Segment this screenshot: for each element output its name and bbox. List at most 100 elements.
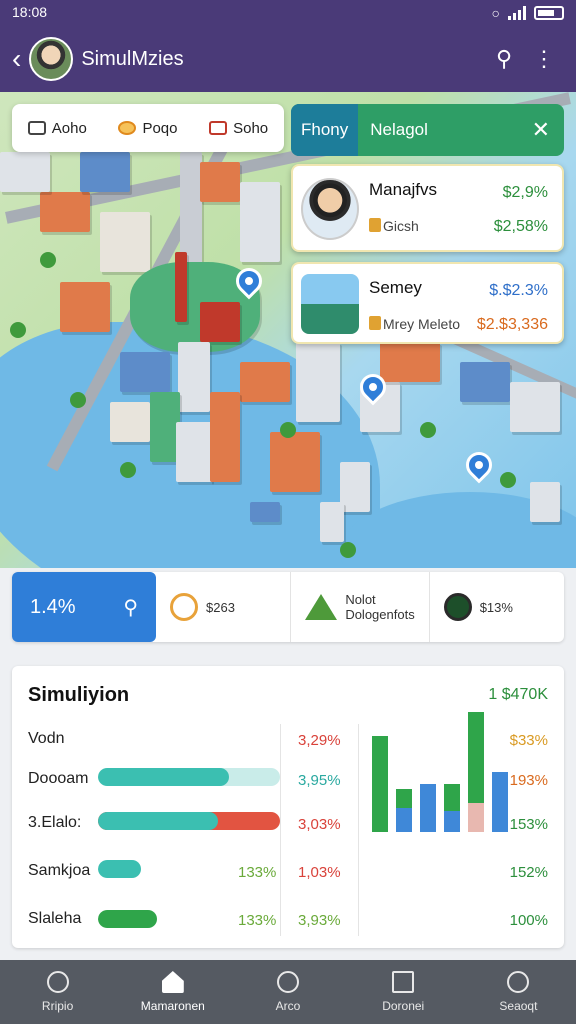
nav-label: Mamaronen bbox=[140, 999, 205, 1013]
mini-bar bbox=[444, 810, 460, 832]
search-icon bbox=[507, 971, 530, 993]
map-tree bbox=[70, 392, 86, 408]
stat-item[interactable]: Nolot Dologenfots bbox=[291, 572, 430, 642]
map-building bbox=[200, 302, 240, 342]
map-building bbox=[0, 152, 50, 192]
map-building bbox=[80, 152, 130, 192]
map-building bbox=[200, 162, 240, 202]
stats-strip: 1.4% ⚲ $263 Nolot Dologenfots $13% bbox=[12, 572, 564, 642]
mini-bar bbox=[444, 784, 460, 811]
right-value: 153% bbox=[509, 816, 548, 833]
location-card[interactable]: Semey Mrey Meleto $.$2.3% $2.$3,336 bbox=[291, 262, 564, 344]
row-label: 3.Elalo: bbox=[28, 814, 82, 831]
map-building bbox=[530, 482, 560, 522]
map-building bbox=[510, 382, 560, 432]
map-building bbox=[250, 502, 280, 522]
legend-item[interactable]: Poqo bbox=[118, 119, 178, 137]
mini-bar bbox=[492, 772, 508, 832]
map-building bbox=[100, 212, 150, 272]
legend-item[interactable]: Soho bbox=[209, 120, 268, 137]
card-name: Semey bbox=[369, 278, 422, 297]
mini-bar bbox=[420, 784, 436, 832]
nav-item[interactable]: Mamaronen bbox=[115, 960, 230, 1024]
map-building bbox=[40, 192, 90, 232]
mini-bar-chart bbox=[362, 712, 512, 832]
close-icon[interactable]: ✕ bbox=[532, 117, 550, 143]
avatar[interactable] bbox=[29, 37, 74, 81]
right-value: 193% bbox=[509, 772, 548, 789]
mini-bar bbox=[372, 736, 388, 832]
signal-icon bbox=[508, 6, 526, 20]
search-icon: ⚲ bbox=[123, 596, 138, 619]
nav-label: Arco bbox=[275, 999, 301, 1013]
globe-icon bbox=[443, 593, 472, 621]
map-building bbox=[120, 352, 170, 392]
map-building bbox=[178, 342, 210, 412]
nav-item[interactable]: Seaoqt bbox=[461, 960, 576, 1024]
legend-label: Poqo bbox=[142, 119, 178, 137]
coin-icon bbox=[170, 593, 198, 621]
nav-item[interactable]: Rripio bbox=[0, 960, 115, 1024]
nav-item[interactable]: Arco bbox=[230, 960, 345, 1024]
mini-bar bbox=[396, 788, 412, 808]
app-title: SimulMzies bbox=[81, 47, 184, 70]
landmark-thumbnail bbox=[301, 274, 359, 334]
row-label: Doooam bbox=[28, 770, 89, 787]
search-icon[interactable]: ⚲ bbox=[484, 39, 524, 79]
document-icon bbox=[392, 971, 415, 993]
wifi-icon: ○ bbox=[491, 5, 500, 21]
map-tree bbox=[420, 422, 436, 438]
bottom-nav: Rripio Mamaronen Arco Doronei Seaoqt bbox=[0, 960, 576, 1024]
stat-label: $263 bbox=[206, 599, 235, 615]
back-arrow-icon[interactable]: ‹ bbox=[12, 45, 21, 73]
row-mid-value: 133% bbox=[238, 912, 277, 929]
more-vert-icon[interactable]: ⋮ bbox=[524, 39, 564, 79]
progress-fill bbox=[98, 910, 158, 928]
map-tower bbox=[175, 252, 187, 322]
map-building bbox=[240, 362, 290, 402]
banner-tab[interactable]: Fhony bbox=[291, 104, 359, 156]
mini-bar bbox=[468, 712, 484, 804]
row-value: 3,95% bbox=[298, 772, 341, 789]
map-pin-icon[interactable] bbox=[460, 446, 498, 484]
nav-item[interactable]: Doronei bbox=[346, 960, 461, 1024]
map-building bbox=[240, 182, 280, 262]
stat-item[interactable]: $13% bbox=[430, 572, 564, 642]
simulation-panel: Simuliyion 1 $470K Vodn 3,29% Doooam 3,9… bbox=[12, 666, 564, 948]
map-building bbox=[460, 362, 510, 402]
map-building bbox=[320, 502, 344, 542]
stat-active[interactable]: 1.4% ⚲ bbox=[12, 572, 156, 642]
map-building bbox=[296, 342, 340, 422]
map-legend: Aoho Poqo Soho bbox=[12, 104, 284, 152]
search-icon bbox=[46, 971, 69, 993]
app-bar: ‹ SimulMzies ⚲ ⋮ bbox=[0, 26, 576, 92]
map-building bbox=[340, 462, 370, 512]
progress-track bbox=[98, 768, 280, 786]
stat-label: $13% bbox=[479, 599, 513, 615]
map-tree bbox=[280, 422, 296, 438]
map-tree bbox=[500, 472, 516, 488]
map-building bbox=[110, 402, 150, 442]
banner-title: Nelagol bbox=[370, 120, 428, 139]
map-tree bbox=[10, 322, 26, 338]
map-tree bbox=[40, 252, 56, 268]
legend-label: Soho bbox=[233, 119, 269, 137]
nav-label: Doronei bbox=[382, 999, 425, 1013]
map-building bbox=[210, 392, 240, 482]
status-bar: 18:08 ○ bbox=[0, 0, 576, 26]
card-name: Manajfvs bbox=[369, 180, 438, 199]
row-label: Vodn bbox=[28, 730, 65, 747]
target-icon bbox=[277, 971, 299, 993]
progress-track bbox=[98, 860, 196, 878]
legend-item[interactable]: Aoho bbox=[27, 120, 87, 137]
card-value: $.$2.3% bbox=[489, 282, 548, 299]
location-card[interactable]: Manajfvs Gicsh $2,9% $2,58% bbox=[291, 164, 564, 252]
right-value: 152% bbox=[509, 864, 548, 881]
divider bbox=[280, 724, 281, 936]
battery-icon bbox=[534, 6, 564, 20]
card-sub: Gicsh bbox=[383, 218, 419, 234]
stat-item[interactable]: $263 bbox=[156, 572, 292, 642]
map-tree bbox=[340, 542, 356, 558]
cube-icon bbox=[209, 121, 228, 135]
card-value: $2,9% bbox=[502, 184, 548, 201]
